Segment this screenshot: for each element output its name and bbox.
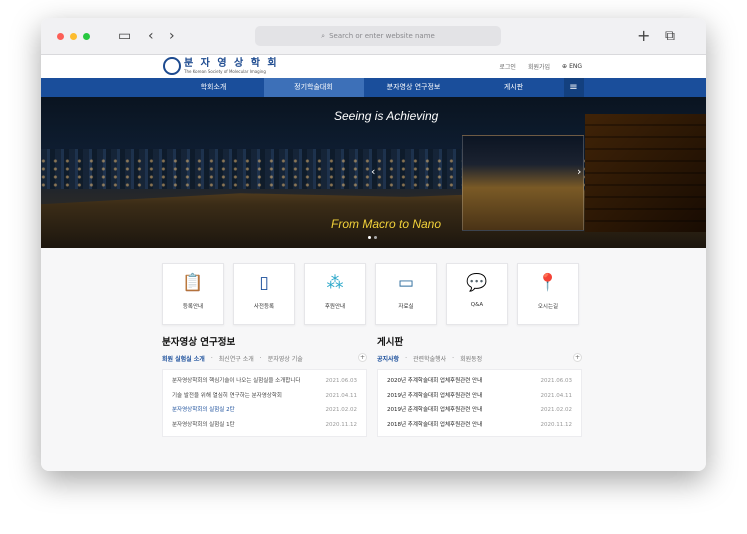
address-bar[interactable]: ⌕ Search or enter website name <box>255 26 501 46</box>
map-pin-icon: 📍 <box>537 273 559 293</box>
language-link[interactable]: ⊕ ENG <box>562 62 582 71</box>
forward-icon[interactable]: › <box>169 28 175 44</box>
tab-imaging-tech[interactable]: 분자영상 기술 <box>268 354 303 363</box>
back-icon[interactable]: ‹ <box>148 28 154 44</box>
list-item[interactable]: 분자영상학회의 실험실 1탄 2020.11.12 <box>172 418 357 433</box>
address-placeholder: Search or enter website name <box>329 32 435 40</box>
utility-links: 로그인 회원가입 ⊕ ENG <box>499 62 582 71</box>
board-tabs: 공지사항 · 관련학술행사 · 회원동정 + <box>377 353 582 363</box>
list-item[interactable]: 2019년 춘계학술대회 업체후원관련 안내 2021.02.02 <box>387 403 572 418</box>
list-item[interactable]: 2020년 추계학술대회 업체후원관련 안내 2021.06.03 <box>387 374 572 389</box>
hero-dot[interactable] <box>368 236 371 239</box>
list-item[interactable]: 2018년 추계학술대회 업체후원관련 안내 2020.11.12 <box>387 418 572 433</box>
hero-next-arrow-icon[interactable]: › <box>577 165 581 178</box>
globe-icon: ⊕ <box>562 63 568 70</box>
quick-link-directions[interactable]: 📍 오시는길 <box>517 263 579 325</box>
nav-item-conference[interactable]: 정기학술대회 <box>263 78 364 97</box>
minimize-window-button[interactable] <box>70 33 77 40</box>
board-title: 게시판 <box>377 337 404 348</box>
hero-dot[interactable] <box>374 236 377 239</box>
quick-link-preregistration[interactable]: ▯ 사전등록 <box>233 263 295 325</box>
mobile-icon: ▯ <box>259 273 269 293</box>
site-header: 분 자 영 상 학 회 The Korean Society of Molecu… <box>41 55 706 78</box>
hero-banner: Seeing is Achieving From Macro to Nano ‹… <box>41 97 706 248</box>
site-logo[interactable]: 분 자 영 상 학 회 The Korean Society of Molecu… <box>163 57 279 75</box>
society-seal-icon <box>163 57 181 75</box>
search-icon: ⌕ <box>321 31 326 40</box>
sidebar-icon[interactable]: ▭ <box>118 28 131 44</box>
board-more-button[interactable]: + <box>573 353 582 362</box>
clipboard-icon: 📋 <box>182 273 204 293</box>
zoom-image-stones <box>585 114 706 232</box>
login-link[interactable]: 로그인 <box>499 62 516 71</box>
main-nav: 학회소개 정기학술대회 분자영상 연구정보 게시판 ≡ <box>41 78 706 97</box>
network-icon: ⁂ <box>326 273 344 293</box>
new-tab-icon[interactable]: + <box>637 28 650 44</box>
quick-link-archive[interactable]: ▭ 자료실 <box>375 263 437 325</box>
browser-toolbar: ▭ ‹ › ⌕ Search or enter website name + ⧉ <box>41 18 706 55</box>
laptop-icon: ▭ <box>397 273 415 293</box>
research-tabs: 회원 실험실 소개 · 최신연구 소개 · 분자영상 기술 + <box>162 353 367 363</box>
list-item[interactable]: 기술 발전을 위해 열심히 연구하는 분자영상학회 2021.04.11 <box>172 389 357 404</box>
nav-item-research[interactable]: 분자영상 연구정보 <box>364 78 464 97</box>
logo-korean: 분 자 영 상 학 회 <box>184 58 279 69</box>
list-item[interactable]: 2019년 추계학술대회 업체후원관련 안내 2021.04.11 <box>387 389 572 404</box>
hero-caption-top: Seeing is Achieving <box>334 109 439 123</box>
quick-links: 📋 등록안내 ▯ 사전등록 ⁂ 후원안내 ▭ 자료실 💬 Q&A 📍 오시는길 <box>162 263 579 325</box>
tab-member-news[interactable]: 회원동정 <box>460 354 482 363</box>
hero-prev-arrow-icon[interactable]: ‹ <box>371 165 375 178</box>
logo-english: The Korean Society of Molecular Imaging <box>184 69 266 74</box>
close-window-button[interactable] <box>57 33 64 40</box>
tab-member-labs[interactable]: 회원 실험실 소개 <box>162 354 205 363</box>
tab-notices[interactable]: 공지사항 <box>377 354 399 363</box>
chat-icon: 💬 <box>466 273 488 293</box>
tab-latest-research[interactable]: 최신연구 소개 <box>219 354 254 363</box>
signup-link[interactable]: 회원가입 <box>528 62 550 71</box>
hamburger-menu-icon[interactable]: ≡ <box>563 78 584 97</box>
research-more-button[interactable]: + <box>358 353 367 362</box>
maximize-window-button[interactable] <box>83 33 90 40</box>
quick-link-qna[interactable]: 💬 Q&A <box>446 263 508 325</box>
tab-overview-icon[interactable]: ⧉ <box>665 28 675 44</box>
list-item[interactable]: 분자영상학회의 핵심기술이 나오는 실험실을 소개합니다 2021.06.03 <box>172 374 357 389</box>
quick-link-registration[interactable]: 📋 등록안내 <box>162 263 224 325</box>
research-list: 분자영상학회의 핵심기술이 나오는 실험실을 소개합니다 2021.06.03 … <box>162 369 367 437</box>
board-list: 2020년 추계학술대회 업체후원관련 안내 2021.06.03 2019년 … <box>377 369 582 437</box>
browser-window: ▭ ‹ › ⌕ Search or enter website name + ⧉… <box>41 18 706 471</box>
hero-pagination <box>368 236 377 239</box>
list-item[interactable]: 분자영상학회의 실험실 2탄 2021.02.02 <box>172 403 357 418</box>
nav-item-about[interactable]: 학회소개 <box>164 78 264 97</box>
research-section: 분자영상 연구정보 회원 실험실 소개 · 최신연구 소개 · 분자영상 기술 … <box>162 334 367 437</box>
board-section: 게시판 공지사항 · 관련학술행사 · 회원동정 + 2020년 추계학술대회 … <box>377 334 582 437</box>
tab-related-events[interactable]: 관련학술행사 <box>413 354 446 363</box>
hero-caption-bottom: From Macro to Nano <box>331 217 442 231</box>
quick-link-sponsorship[interactable]: ⁂ 후원안내 <box>304 263 366 325</box>
content-sections: 분자영상 연구정보 회원 실험실 소개 · 최신연구 소개 · 분자영상 기술 … <box>162 334 582 437</box>
zoom-image-wall <box>462 135 584 231</box>
research-title: 분자영상 연구정보 <box>162 337 236 348</box>
nav-item-board[interactable]: 게시판 <box>464 78 564 97</box>
